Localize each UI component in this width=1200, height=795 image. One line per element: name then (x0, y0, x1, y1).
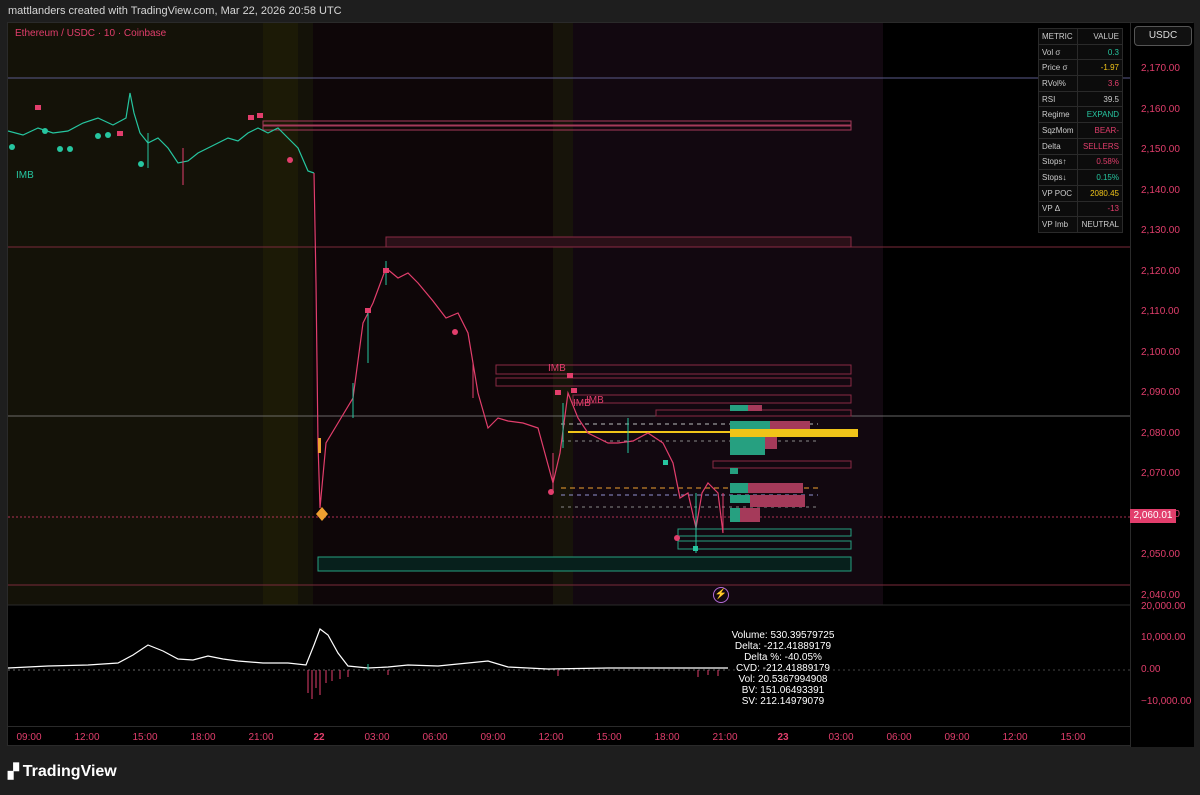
time-axis[interactable]: 09:00 12:00 15:00 18:00 21:00 22 03:00 06:00 09:… (8, 726, 1130, 747)
price-tick-label: 2,170.00 (1141, 63, 1180, 74)
stat-line: Vol: 20.5367994908 (738, 674, 828, 685)
chart-frame: IMB IMB IMB IMB Ethereum / USDC · 10 · C… (7, 22, 1194, 747)
price-tick-label: 2,130.00 (1141, 225, 1180, 236)
currency-button[interactable]: USDC (1134, 26, 1192, 46)
metric-value: 2080.45 (1077, 184, 1123, 202)
lightning-icon[interactable]: ⚡ (713, 587, 729, 603)
stat-line: Volume: 530.39579725 (731, 630, 835, 641)
time-tick-label: 06:00 (886, 732, 912, 743)
time-tick-label: 09:00 (480, 732, 506, 743)
metric-name: VP POC (1037, 184, 1079, 202)
symbol-title[interactable]: Ethereum / USDC · 10 · Coinbase (15, 28, 166, 39)
stat-line: SV: 212.14979079 (741, 696, 825, 707)
time-tick-label: 03:00 (364, 732, 390, 743)
time-tick-label: 15:00 (132, 732, 158, 743)
time-tick-label: 21:00 (712, 732, 738, 743)
metric-name: Stops↑ (1037, 153, 1079, 171)
time-tick-label: 18:00 (190, 732, 216, 743)
time-tick-label: 12:00 (74, 732, 100, 743)
price-tick-label: 2,050.00 (1141, 549, 1180, 560)
time-tick-label: 21:00 (248, 732, 274, 743)
stat-line: CVD: -212.41889179 (736, 663, 830, 674)
volume-tick-label: 10,000.00 (1141, 632, 1186, 643)
metrics-row: VP Imb NEUTRAL (1037, 216, 1123, 233)
price-tick-label: 2,160.00 (1141, 103, 1180, 115)
value-header: VALUE (1077, 28, 1123, 45)
current-price-label: 2,060.01 (1130, 509, 1176, 523)
metrics-row: RSI 39.5 (1037, 90, 1123, 108)
metric-value: 3.6 (1077, 75, 1123, 92)
time-tick-label: 09:00 (16, 732, 42, 743)
metric-name: RSI (1037, 90, 1079, 108)
time-tick-label: 12:00 (538, 732, 564, 743)
price-tick-label: 2,100.00 (1141, 346, 1180, 358)
time-tick-label: 06:00 (422, 732, 448, 743)
metric-value: NEUTRAL (1077, 216, 1123, 233)
time-tick-label: 18:00 (654, 732, 680, 743)
metric-value: SELLERS (1077, 137, 1123, 155)
metrics-row: VP Δ -13 (1037, 200, 1123, 218)
metrics-row: Stops↑ 0.58% (1037, 153, 1123, 171)
imb-label: IMB (16, 170, 34, 181)
price-scale[interactable]: 2,170.00 2,160.00 2,150.00 2,140.00 2,130.00… (1130, 23, 1194, 747)
price-tick-label: 2,080.00 (1141, 427, 1180, 439)
metric-name: VP Δ (1037, 200, 1079, 218)
price-tick-label: 2,140.00 (1141, 184, 1180, 196)
metric-name: SqzMom (1037, 122, 1079, 139)
metric-header: METRIC (1037, 28, 1079, 45)
metric-name: Delta (1037, 137, 1079, 155)
metrics-row: Delta SELLERS (1037, 137, 1123, 155)
metrics-row: Vol σ 0.3 (1037, 43, 1123, 61)
metric-value: -1.97 (1077, 59, 1123, 77)
imb-label: IMB (586, 395, 604, 406)
price-tick-label: 2,090.00 (1141, 387, 1180, 398)
metric-name: VP Imb (1037, 216, 1079, 233)
price-chart[interactable]: IMB IMB IMB IMB (8, 23, 1130, 726)
price-tick-label: 2,110.00 (1141, 306, 1180, 317)
tradingview-logo-icon: ▞ (8, 763, 19, 779)
time-tick-label: 22 (313, 732, 325, 743)
stat-line: Delta: -212.41889179 (734, 641, 832, 652)
tradingview-logo-text: TradingView (22, 763, 117, 780)
metric-value: BEAR- (1077, 122, 1123, 139)
metric-value: -13 (1077, 200, 1123, 218)
imb-label: IMB (548, 363, 566, 374)
tradingview-logo[interactable]: ▞ TradingView (8, 763, 117, 781)
metric-value: 0.3 (1077, 43, 1123, 61)
metrics-row: Price σ -1.97 (1037, 59, 1123, 77)
metrics-row: Regime EXPAND (1037, 106, 1123, 124)
price-tick-label: 2,070.00 (1141, 468, 1180, 479)
volume-tick-label: −10,000.00 (1141, 696, 1192, 707)
metric-value: 0.15% (1077, 169, 1123, 186)
metrics-table: METRIC VALUE Vol σ 0.3 Price σ -1.97 RVol% 3.6 R… (1037, 28, 1123, 233)
metric-name: RVol% (1037, 75, 1079, 92)
metrics-row: RVol% 3.6 (1037, 75, 1123, 92)
price-tick-label: 2,040.00 (1141, 589, 1180, 601)
metric-name: Price σ (1037, 59, 1079, 77)
time-tick-label: 15:00 (1060, 732, 1086, 743)
volume-tick-label: 20,000.00 (1141, 601, 1186, 612)
time-tick-label: 09:00 (944, 732, 970, 743)
metrics-header-row: METRIC VALUE (1037, 28, 1123, 45)
stat-line: Delta %: -40.05% (744, 652, 822, 663)
metrics-row: SqzMom BEAR- (1037, 122, 1123, 139)
price-tick-label: 2,150.00 (1141, 144, 1180, 155)
metric-name: Stops↓ (1037, 169, 1079, 186)
time-tick-label: 23 (777, 732, 789, 743)
metric-name: Vol σ (1037, 43, 1079, 61)
metric-value: 39.5 (1077, 90, 1123, 108)
time-tick-label: 03:00 (828, 732, 854, 743)
metric-value: EXPAND (1077, 106, 1123, 124)
chart-attribution: mattlanders created with TradingView.com… (0, 0, 1200, 22)
price-tick-label: 2,120.00 (1141, 265, 1180, 277)
time-tick-label: 12:00 (1002, 732, 1028, 743)
metric-name: Regime (1037, 106, 1079, 124)
metric-value: 0.58% (1077, 153, 1123, 171)
volume-stats: Volume: 530.39579725 Delta: -212.41889179… (708, 630, 858, 707)
metrics-row: VP POC 2080.45 (1037, 184, 1123, 202)
time-tick-label: 15:00 (596, 732, 622, 743)
volume-tick-label: 0.00 (1141, 664, 1161, 675)
stat-line: BV: 151.06493391 (741, 685, 825, 696)
metrics-row: Stops↓ 0.15% (1037, 169, 1123, 186)
